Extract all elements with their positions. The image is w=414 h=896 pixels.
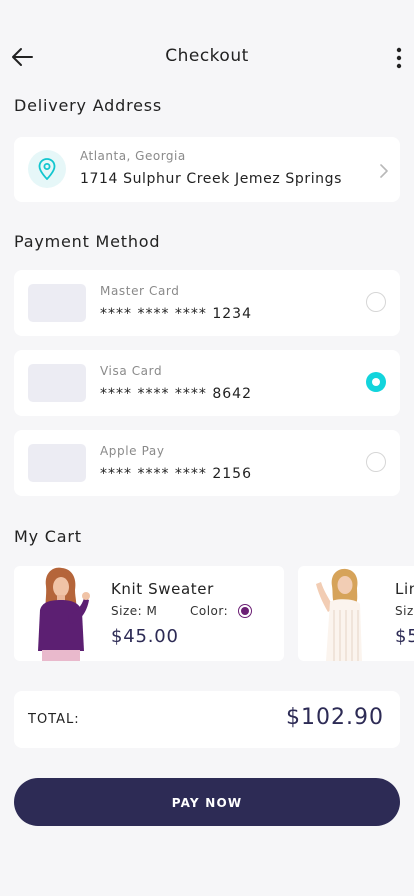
- product-photo: [38, 567, 90, 661]
- cart-carousel[interactable]: Knit Sweater Size: M Color: $45.00 Lin S…: [14, 566, 414, 662]
- total-summary-card: TOTAL: $102.90: [14, 691, 400, 748]
- card-thumbnail: [28, 364, 86, 402]
- pay-now-button[interactable]: PAY NOW: [14, 778, 400, 826]
- payment-card-number: **** **** **** 2156: [100, 466, 252, 482]
- payment-method-name: Apple Pay: [100, 444, 165, 458]
- color-swatch: [238, 604, 252, 618]
- payment-card-number: **** **** **** 1234: [100, 306, 252, 322]
- cart-item-card[interactable]: Knit Sweater Size: M Color: $45.00: [14, 566, 284, 661]
- header-bar: Checkout: [0, 0, 414, 96]
- payment-card-number: **** **** **** 8642: [100, 386, 252, 402]
- location-pin-icon: [38, 158, 56, 180]
- card-thumbnail: [28, 284, 86, 322]
- payment-option-visa[interactable]: Visa Card **** **** **** 8642: [14, 350, 400, 416]
- payment-radio-button[interactable]: [366, 452, 386, 472]
- cart-item-card[interactable]: Lin Siz $5: [298, 566, 414, 661]
- cart-item-size: Size: M: [111, 604, 158, 618]
- more-options-button[interactable]: [394, 44, 404, 72]
- cart-item-size: Siz: [395, 604, 414, 618]
- payment-radio-button-selected[interactable]: [366, 372, 386, 392]
- cart-item-price: $45.00: [111, 626, 179, 647]
- delivery-address-heading: Delivery Address: [14, 96, 163, 115]
- cart-item-name: Lin: [395, 580, 414, 598]
- card-thumbnail: [28, 444, 86, 482]
- cart-item-price: $5: [395, 626, 414, 647]
- address-street: 1714 Sulphur Creek Jemez Springs: [80, 171, 343, 187]
- total-label: TOTAL:: [28, 712, 80, 727]
- cart-item-name: Knit Sweater: [111, 580, 214, 598]
- chevron-right-icon: [380, 163, 388, 182]
- more-vertical-icon: [396, 47, 402, 69]
- payment-radio-button[interactable]: [366, 292, 386, 312]
- my-cart-heading: My Cart: [14, 527, 82, 546]
- payment-option-applepay[interactable]: Apple Pay **** **** **** 2156: [14, 430, 400, 496]
- delivery-address-card[interactable]: Atlanta, Georgia 1714 Sulphur Creek Jeme…: [14, 137, 400, 202]
- address-city: Atlanta, Georgia: [80, 149, 186, 163]
- location-pin-badge: [28, 150, 66, 188]
- payment-option-mastercard[interactable]: Master Card **** **** **** 1234: [14, 270, 400, 336]
- payment-method-name: Visa Card: [100, 364, 163, 378]
- product-photo: [316, 568, 362, 661]
- cart-item-color-label: Color:: [190, 604, 229, 618]
- payment-method-heading: Payment Method: [14, 232, 161, 251]
- page-title: Checkout: [165, 46, 249, 66]
- payment-method-name: Master Card: [100, 284, 180, 298]
- total-amount: $102.90: [286, 705, 384, 730]
